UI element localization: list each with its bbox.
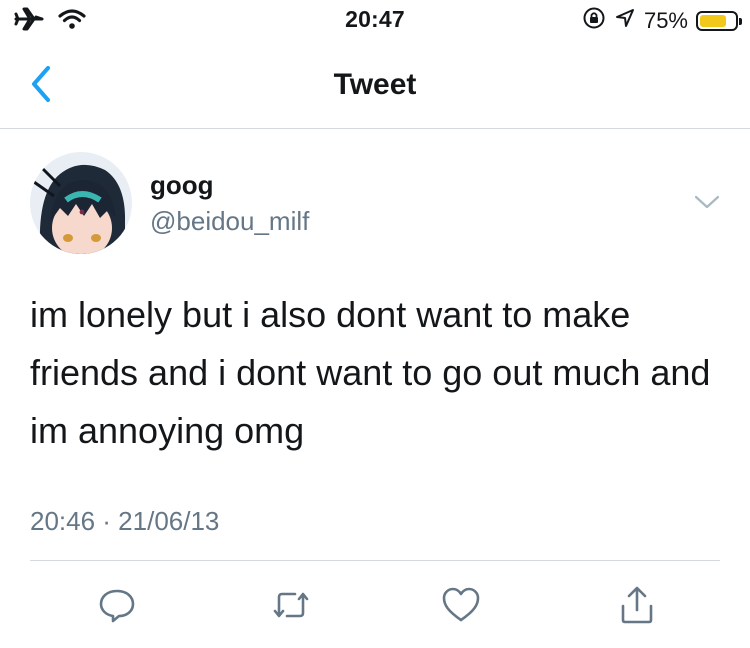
status-right-icons: 75% <box>582 6 742 36</box>
location-icon <box>614 7 636 35</box>
status-bar: 20:47 75% <box>0 0 750 40</box>
reply-icon <box>99 589 135 623</box>
divider <box>30 560 720 561</box>
author-handle[interactable]: @beidou_milf <box>150 206 309 237</box>
author-name[interactable]: goog <box>150 170 214 201</box>
reply-button[interactable] <box>92 580 142 630</box>
battery-percent: 75% <box>643 8 688 33</box>
tweet-timestamp: 20:46 · 21/06/13 <box>30 506 220 536</box>
share-icon <box>621 586 653 624</box>
battery-fill <box>700 15 727 27</box>
page-title: Tweet <box>333 68 417 101</box>
retweet-icon <box>273 592 309 618</box>
retweet-button[interactable] <box>266 580 316 630</box>
navigation-bar: Tweet <box>0 40 750 129</box>
like-button[interactable] <box>436 580 486 630</box>
like-icon <box>442 587 480 622</box>
orientation-lock-icon <box>582 6 606 36</box>
tweet-options-button[interactable] <box>692 192 722 212</box>
chevron-down-icon <box>694 195 720 209</box>
tweet-text: im lonely but i also dont want to make f… <box>30 294 711 451</box>
share-button[interactable] <box>612 580 662 630</box>
battery-icon <box>696 11 742 31</box>
avatar[interactable] <box>30 152 132 254</box>
action-bar <box>0 580 750 630</box>
